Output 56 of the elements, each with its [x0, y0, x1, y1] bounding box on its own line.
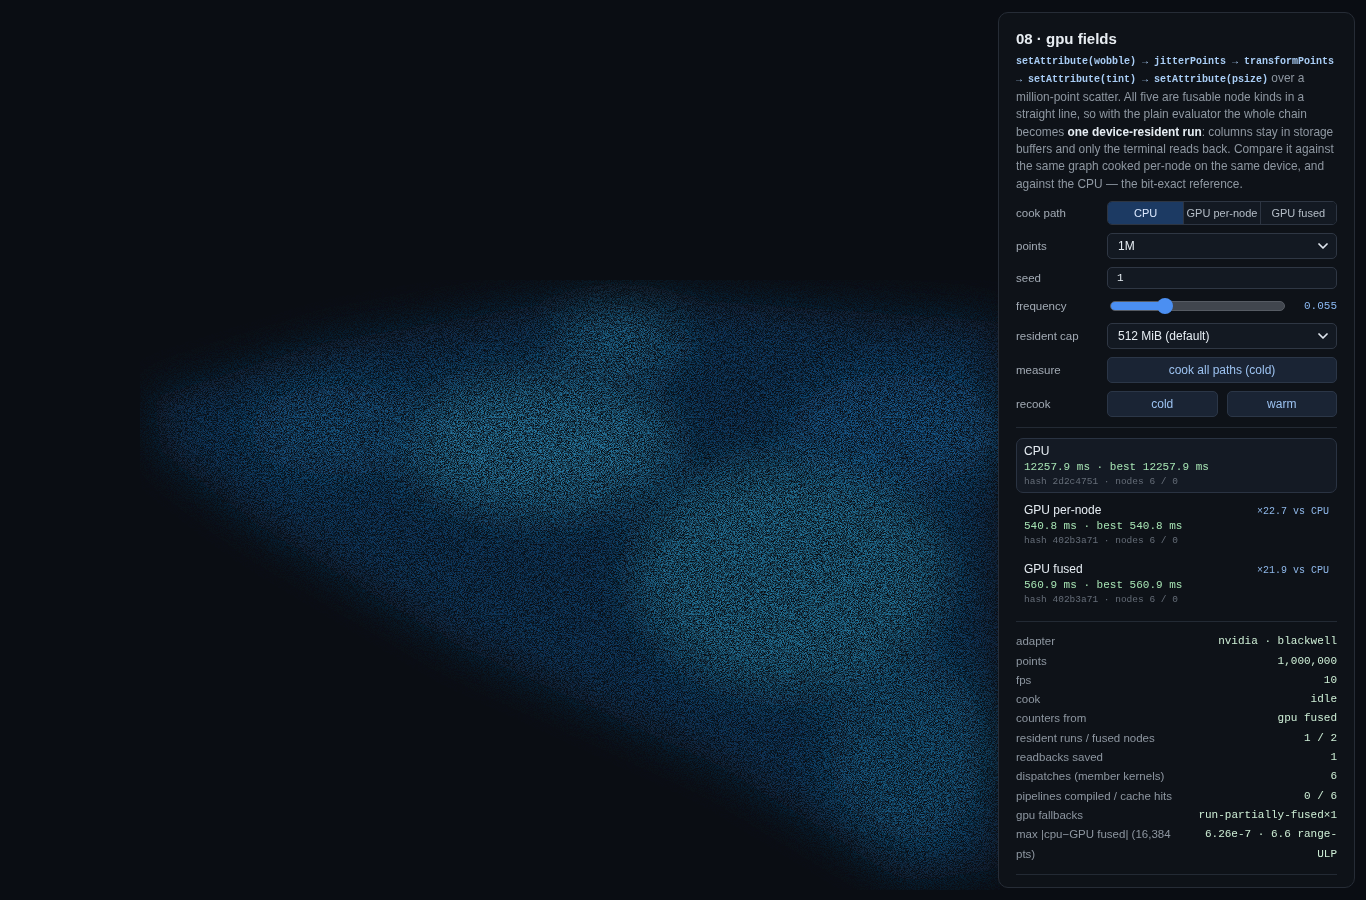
- stat-value: 10: [1323, 672, 1337, 688]
- hash-text: hash 2d2c4751 · nodes 6 / 0: [1024, 475, 1179, 489]
- field-label: recook: [1016, 398, 1052, 411]
- stat-value: 1,000,000: [1277, 653, 1337, 669]
- action-button[interactable]: warm: [1226, 391, 1337, 418]
- chevron-down-icon: [1318, 333, 1328, 340]
- segment-tab[interactable]: GPU fused: [1259, 202, 1336, 225]
- stat-label: points: [1016, 653, 1048, 669]
- field-label: points: [1016, 240, 1048, 253]
- stat-label: gpu fallbacks: [1016, 807, 1085, 823]
- stat-value: run-partially-fused×1: [1198, 807, 1337, 823]
- field-label: measure: [1016, 364, 1062, 377]
- stat-label: pipelines compiled / cache hits: [1016, 788, 1173, 804]
- stat-value: nvidia · blackwell: [1218, 634, 1337, 650]
- result-name: GPU per-node: [1024, 503, 1102, 519]
- slider-thumb[interactable]: [1156, 298, 1173, 315]
- stat-label: resident runs / fused nodes: [1016, 730, 1156, 746]
- action-button[interactable]: cook all paths (cold): [1107, 357, 1337, 384]
- chevron-down-icon: [1318, 243, 1328, 250]
- segment-tab[interactable]: CPU: [1108, 202, 1184, 225]
- stat-value: 0 / 6: [1304, 788, 1337, 804]
- slider-value: 0.055: [1304, 300, 1337, 313]
- stat-value: 1 / 2: [1304, 730, 1337, 746]
- panel-title: 08 · gpu fields: [1016, 30, 1118, 48]
- speedup-label: ×22.7 vs CPU: [1257, 506, 1329, 518]
- timing-text: 540.8 ms · best 540.8 ms: [1024, 519, 1184, 535]
- stat-label: max |cpu−GPU fused| (16,384 pts): [1016, 827, 1172, 862]
- stat-label: cook: [1016, 692, 1042, 708]
- speedup-label: ×21.9 vs CPU: [1257, 565, 1329, 577]
- stat-value: 6.26e-7 · 6.6 range-ULP: [1203, 827, 1337, 862]
- field-label: frequency: [1016, 300, 1068, 313]
- dropdown[interactable]: 1M: [1107, 233, 1337, 260]
- stat-label: adapter: [1016, 634, 1056, 650]
- action-button[interactable]: cold: [1107, 391, 1218, 418]
- dropdown[interactable]: 512 MiB (default): [1107, 323, 1337, 350]
- stat-value: 6: [1330, 769, 1337, 785]
- timing-text: 12257.9 ms · best 12257.9 ms: [1024, 460, 1210, 476]
- field-label: cook path: [1016, 207, 1067, 220]
- segment-tab[interactable]: GPU per-node: [1183, 202, 1260, 225]
- stat-label: readbacks saved: [1016, 750, 1104, 766]
- stat-label: dispatches (member kernels): [1016, 769, 1166, 785]
- timing-text: 560.9 ms · best 560.9 ms: [1024, 578, 1184, 594]
- result-name: GPU fused: [1024, 562, 1083, 578]
- result-name: CPU: [1024, 444, 1050, 460]
- stat-label: fps: [1016, 672, 1033, 688]
- stat-value: idle: [1310, 692, 1337, 708]
- field-label: resident cap: [1016, 330, 1080, 343]
- stat-label: counters from: [1016, 711, 1088, 727]
- hash-text: hash 402b3a71 · nodes 6 / 0: [1024, 593, 1179, 607]
- field-label: seed: [1016, 272, 1042, 285]
- slider-track[interactable]: [1110, 301, 1285, 312]
- description-text: setAttribute(wobble) → jitterPoints → transformPoints → setAttribute(tint) → setAttribute(psize) over a million-point scatter. All five are fusable node kinds in a straight line, so with the plain evaluator the whole chain becomes one device-resident run: columns stay in storage buffers and only the terminal reads back. Compare it against the same graph cooked per-node on the same device, and against the CPU — the bit-exact reference.: [1016, 55, 1336, 193]
- stat-value: gpu fused: [1277, 711, 1337, 727]
- stat-value: 1: [1330, 750, 1337, 766]
- text-input[interactable]: 1: [1107, 267, 1337, 290]
- hash-text: hash 402b3a71 · nodes 6 / 0: [1024, 534, 1179, 548]
